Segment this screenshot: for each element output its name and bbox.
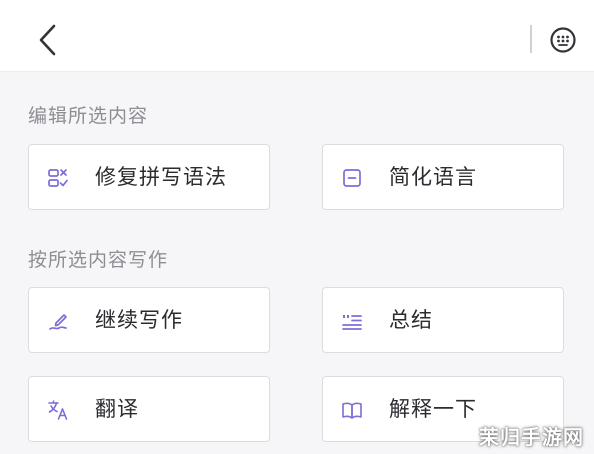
card-label: 修复拼写语法 [95,165,227,189]
section-title-edit: 编辑所选内容 [28,105,149,127]
chevron-left-icon [39,24,56,56]
pen-icon [49,314,67,330]
translate-button[interactable]: 翻译 [28,376,270,442]
continue-writing-button[interactable]: 继续写作 [28,287,270,353]
book-icon [342,402,362,419]
fix-spelling-grammar-button[interactable]: 修复拼写语法 [28,144,270,210]
keyboard-button[interactable] [549,26,577,54]
minus-square-icon [343,169,361,187]
section-title-write: 按所选内容写作 [28,249,169,271]
list-quote-icon [342,315,362,330]
card-label: 简化语言 [389,165,477,189]
keyboard-icon [550,27,576,53]
summarize-button[interactable]: 总结 [322,287,564,353]
spell-check-icon [48,169,68,187]
toolbar-divider [530,25,532,53]
card-label: 翻译 [95,397,139,421]
card-label: 继续写作 [95,308,183,332]
card-label: 解释一下 [389,397,477,421]
watermark-logo: 茉归手游网 [479,425,584,449]
back-button[interactable] [30,22,64,58]
top-bar [0,0,594,72]
translate-icon [48,400,68,420]
card-label: 总结 [389,308,433,332]
simplify-language-button[interactable]: 简化语言 [322,144,564,210]
